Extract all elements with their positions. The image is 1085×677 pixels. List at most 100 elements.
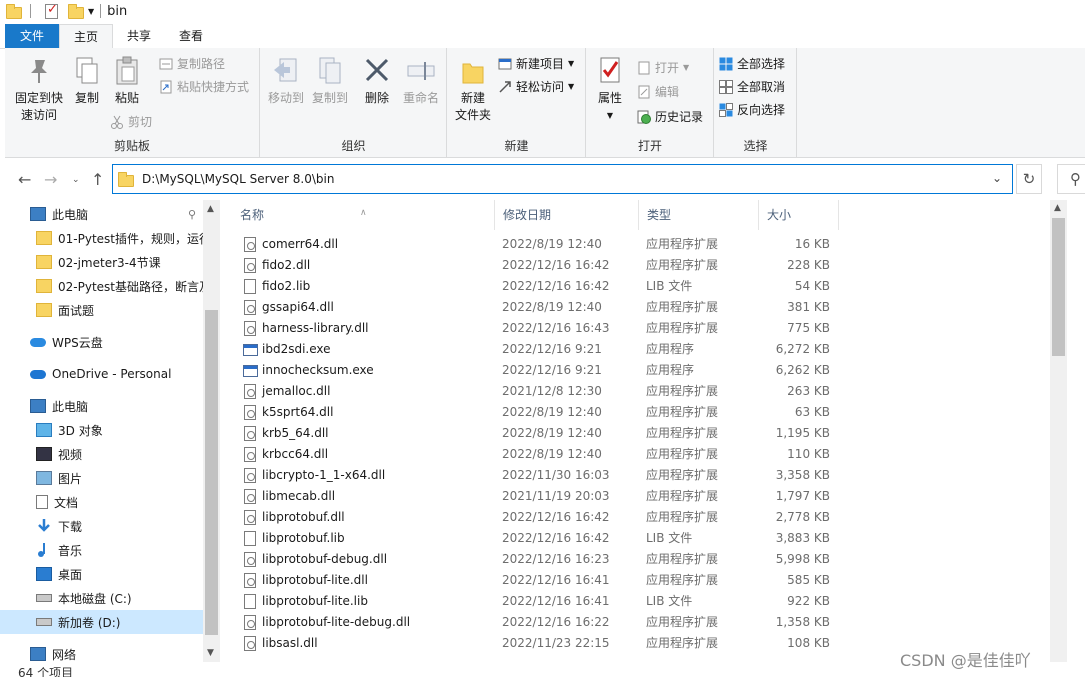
dll-file-icon [244, 468, 256, 483]
address-path[interactable]: D:\MySQL\MySQL Server 8.0\bin [142, 172, 334, 186]
file-row[interactable]: fido2.lib 2022/12/16 16:42 LIB 文件 54 KB [232, 276, 852, 297]
sidebar-item[interactable]: 下载 [0, 514, 205, 538]
select-all-button[interactable]: 全部选择 [719, 54, 785, 74]
picture-icon [36, 471, 52, 485]
file-row[interactable]: libprotobuf-lite.lib 2022/12/16 16:41 LIB … [232, 591, 852, 612]
invert-selection-button[interactable]: 反向选择 [719, 100, 785, 120]
file-list-scrollbar[interactable]: ▲ [1050, 200, 1067, 662]
move-to-button[interactable]: 移动到 [265, 56, 307, 107]
file-row[interactable]: k5sprt64.dll 2022/8/19 12:40 应用程序扩展 63 KB [232, 402, 852, 423]
copy-to-button[interactable]: 复制到 [309, 56, 351, 107]
forward-arrow-icon[interactable]: → [44, 170, 57, 189]
file-row[interactable]: jemalloc.dll 2021/12/8 12:30 应用程序扩展 263 KB [232, 381, 852, 402]
scroll-down-icon[interactable]: ▼ [207, 648, 214, 658]
file-row[interactable]: fido2.dll 2022/12/16 16:42 应用程序扩展 228 KB [232, 255, 852, 276]
file-row[interactable]: libprotobuf-lite-debug.dll 2022/12/16 16:… [232, 612, 852, 633]
file-row[interactable]: libcrypto-1_1-x64.dll 2022/11/30 16:03 应用程… [232, 465, 852, 486]
scrollbar-thumb[interactable] [205, 310, 218, 635]
copy-button[interactable]: 复制 [69, 56, 105, 107]
file-row[interactable]: libsasl.dll 2022/11/23 22:15 应用程序扩展 108 KB [232, 633, 852, 654]
file-row[interactable]: libprotobuf-lite.dll 2022/12/16 16:41 应用程序… [232, 570, 852, 591]
file-row[interactable]: gssapi64.dll 2022/8/19 12:40 应用程序扩展 381 KB [232, 297, 852, 318]
file-row[interactable]: ibd2sdi.exe 2022/12/16 9:21 应用程序 6,272 KB [232, 339, 852, 360]
sidebar-item[interactable]: 本地磁盘 (C:) [0, 586, 205, 610]
paste-button[interactable]: 粘贴 [109, 56, 145, 107]
paste-shortcut-button[interactable]: 粘贴快捷方式 [159, 77, 249, 97]
file-row[interactable]: comerr64.dll 2022/8/19 12:40 应用程序扩展 16 KB [232, 234, 852, 255]
file-type: 应用程序扩展 [646, 258, 719, 272]
search-box[interactable]: ⚲ [1057, 164, 1085, 194]
recent-locations-chevron-icon[interactable]: ⌄ [72, 175, 80, 185]
up-arrow-icon[interactable]: ↑ [91, 170, 104, 189]
rename-button[interactable]: 重命名 [401, 56, 441, 107]
tab-share[interactable]: 共享 [113, 24, 165, 48]
scroll-up-icon[interactable]: ▲ [207, 204, 214, 214]
customize-toolbar-chevron-icon[interactable]: ▼ [88, 7, 94, 16]
easy-access-button[interactable]: 轻松访问 ▼ [498, 77, 574, 97]
sidebar-item[interactable]: 此电脑 ⚲ [0, 202, 205, 226]
cut-button[interactable]: 剪切 [110, 112, 152, 132]
file-date: 2022/8/19 12:40 [502, 300, 602, 314]
sidebar-item[interactable]: 视频 [0, 442, 205, 466]
sidebar-item[interactable]: 文档 [0, 490, 205, 514]
sidebar-item[interactable]: 音乐 [0, 538, 205, 562]
file-date: 2022/12/16 16:41 [502, 573, 610, 587]
address-bar[interactable]: D:\MySQL\MySQL Server 8.0\bin ⌄ [112, 164, 1013, 194]
new-item-button[interactable]: 新建项目 ▼ [498, 54, 574, 74]
column-header-type[interactable]: 类型 [639, 200, 759, 230]
file-row[interactable]: innochecksum.exe 2022/12/16 9:21 应用程序 6,262… [232, 360, 852, 381]
new-item-label: 新建项目 [516, 57, 565, 71]
column-header-name[interactable]: 名称 ∧ [232, 200, 495, 230]
navigation-pane-scrollbar[interactable]: ▲ ▼ [203, 200, 220, 662]
column-header-size[interactable]: 大小 [759, 200, 839, 230]
file-type: 应用程序扩展 [646, 237, 719, 251]
properties-quick-icon[interactable] [45, 2, 58, 19]
sidebar-item[interactable]: 02-jmeter3-4节课 [0, 250, 205, 274]
sidebar-item[interactable]: 图片 [0, 466, 205, 490]
copy-path-button[interactable]: 复制路径 [159, 54, 225, 74]
sidebar-item[interactable]: 新加卷 (D:) [0, 610, 205, 634]
file-row[interactable]: libmecab.dll 2021/11/19 20:03 应用程序扩展 1,797 … [232, 486, 852, 507]
edit-button[interactable]: 编辑 [637, 82, 679, 102]
scroll-up-icon[interactable]: ▲ [1054, 203, 1061, 213]
new-folder-quick-icon[interactable] [68, 4, 84, 19]
column-header-date[interactable]: 修改日期 [495, 200, 639, 230]
clipboard-group: 固定到快 速访问 复制 粘贴 复制路径 粘贴快捷方式 剪切 剪贴板 [5, 48, 260, 158]
file-size: 6,262 KB [775, 363, 830, 377]
history-button[interactable]: 历史记录 [637, 107, 703, 127]
tab-view[interactable]: 查看 [165, 24, 217, 48]
pin-quick-access-button[interactable]: 固定到快 速访问 [9, 56, 69, 124]
file-row[interactable]: libprotobuf-debug.dll 2022/12/16 16:23 应用程… [232, 549, 852, 570]
scrollbar-thumb[interactable] [1052, 218, 1065, 356]
search-icon: ⚲ [1070, 170, 1081, 188]
sidebar-item[interactable]: OneDrive - Personal [0, 362, 205, 386]
file-row[interactable]: krb5_64.dll 2022/8/19 12:40 应用程序扩展 1,195 KB [232, 423, 852, 444]
new-folder-button[interactable]: 新建 文件夹 [452, 56, 494, 124]
pin-icon[interactable]: ⚲ [188, 208, 196, 221]
sidebar-item[interactable]: WPS云盘 [0, 330, 205, 354]
sidebar-item[interactable]: 桌面 [0, 562, 205, 586]
delete-button[interactable]: 删除 [359, 56, 395, 107]
file-row[interactable]: libprotobuf.dll 2022/12/16 16:42 应用程序扩展 2,7… [232, 507, 852, 528]
tab-home[interactable]: 主页 [59, 24, 114, 49]
file-type: 应用程序扩展 [646, 510, 719, 524]
file-row[interactable]: krbcc64.dll 2022/8/19 12:40 应用程序扩展 110 KB [232, 444, 852, 465]
address-history-chevron-down-icon[interactable]: ⌄ [992, 171, 1002, 185]
file-row[interactable]: harness-library.dll 2022/12/16 16:43 应用程序扩… [232, 318, 852, 339]
select-none-button[interactable]: 全部取消 [719, 77, 785, 97]
file-type: LIB 文件 [646, 279, 693, 293]
sidebar-item[interactable]: 01-Pytest插件，规则，运行 [0, 226, 205, 250]
sidebar-item[interactable]: 网络 [0, 642, 205, 666]
dll-file-icon [244, 237, 256, 252]
back-arrow-icon[interactable]: ← [18, 170, 31, 189]
refresh-button[interactable]: ↻ [1016, 164, 1042, 194]
tab-file[interactable]: 文件 [5, 24, 60, 48]
sidebar-item[interactable]: 3D 对象 [0, 418, 205, 442]
sidebar-item[interactable]: 02-Pytest基础路径，断言及 [0, 274, 205, 298]
column-header-size-label: 大小 [767, 208, 792, 222]
file-row[interactable]: libprotobuf.lib 2022/12/16 16:42 LIB 文件 3,8… [232, 528, 852, 549]
sidebar-item[interactable]: 此电脑 [0, 394, 205, 418]
properties-button[interactable]: 属性 ▼ [593, 56, 627, 124]
sidebar-item[interactable]: 面试题 [0, 298, 205, 322]
open-button[interactable]: 打开 ▼ [637, 58, 689, 78]
